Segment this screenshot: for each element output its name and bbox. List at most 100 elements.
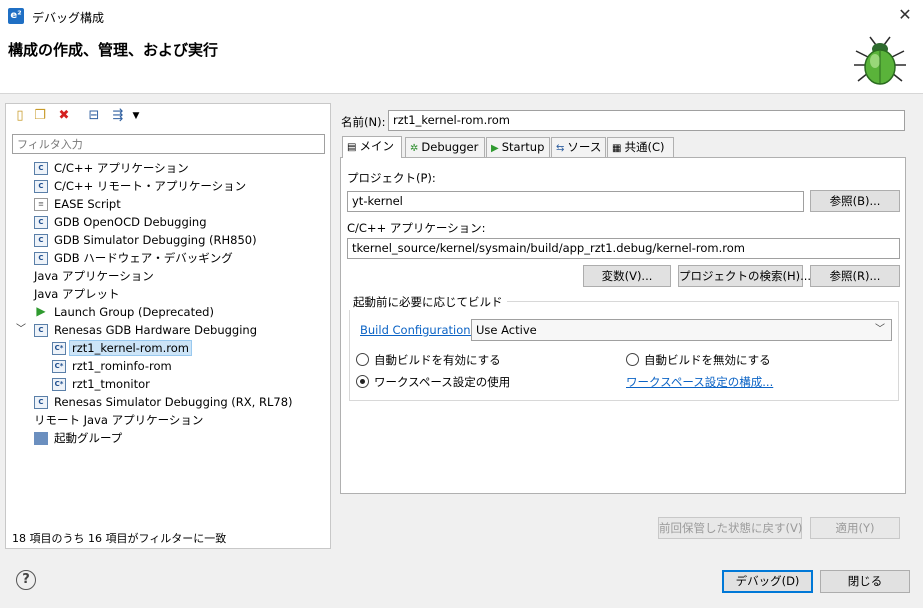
launch-group-icon: ▶	[36, 304, 46, 318]
radio-disable-autobuild[interactable]	[626, 353, 639, 366]
title-bar: e² デバッグ構成 ✕	[0, 0, 923, 31]
script-icon: ≡	[34, 198, 48, 211]
build-group-label: 起動前に必要に応じてビルド	[349, 294, 507, 310]
tree-item[interactable]: C GDB OpenOCD Debugging	[34, 213, 207, 231]
browse-app-button[interactable]: 参照(R)...	[810, 265, 900, 287]
tree-item[interactable]: C C/C++ リモート・アプリケーション	[34, 177, 246, 195]
tree-item[interactable]: 起動グループ	[34, 429, 122, 447]
startup-tab-icon: ▶	[491, 143, 499, 154]
c-config-icon: C	[34, 252, 48, 265]
c-config-icon: C*	[52, 342, 66, 355]
tree-item[interactable]: Java アプレット	[34, 285, 119, 303]
revert-button[interactable]: 前回保管した状態に戻す(V)	[658, 517, 802, 539]
delete-icon[interactable]: ✖	[56, 108, 72, 124]
tab-main[interactable]: ▤ メイン	[342, 136, 402, 158]
duplicate-icon[interactable]: ❐	[32, 108, 48, 124]
tree-item-label: GDB OpenOCD Debugging	[54, 215, 207, 229]
collapse-all-icon[interactable]: ⊟	[86, 108, 102, 124]
close-icon[interactable]: ✕	[893, 4, 917, 26]
c-config-icon: C	[34, 234, 48, 247]
filter-input[interactable]	[12, 134, 325, 154]
tree-item-label: GDB Simulator Debugging (RH850)	[54, 233, 257, 247]
tree-item-label: rzt1_rominfo-rom	[72, 359, 172, 373]
dialog-header: 構成の作成、管理、および実行	[0, 31, 923, 94]
tree-item[interactable]: C Renesas Simulator Debugging (RX, RL78)	[34, 393, 293, 411]
search-project-button[interactable]: プロジェクトの検索(H)...	[678, 265, 811, 287]
c-config-icon: C	[34, 324, 48, 337]
radio-enable-autobuild[interactable]	[356, 353, 369, 366]
close-button[interactable]: 閉じる	[820, 570, 910, 593]
debugger-tab-icon: ✲	[410, 143, 419, 154]
help-icon[interactable]: ?	[16, 570, 36, 590]
tab-label: 共通(C)	[624, 140, 665, 154]
tree-item[interactable]: C GDB Simulator Debugging (RH850)	[34, 231, 257, 249]
tree-item[interactable]: ▶ Launch Group (Deprecated)	[34, 303, 214, 321]
tree-item-label: EASE Script	[54, 197, 121, 211]
tree-item[interactable]: Java アプリケーション	[34, 267, 154, 285]
project-label: プロジェクト(P):	[347, 171, 436, 185]
tree-item[interactable]: ≡ EASE Script	[34, 195, 121, 213]
tree-item[interactable]: ﹀ C Renesas GDB Hardware Debugging	[16, 321, 257, 339]
main-tab-content: プロジェクト(P): yt-kernel 参照(B)... C/C++ アプリケ…	[340, 157, 906, 494]
tree-item[interactable]: C C/C++ アプリケーション	[34, 159, 189, 177]
tree-item-label: リモート Java アプリケーション	[34, 413, 204, 427]
tree-item-label: GDB ハードウェア・デバッギング	[54, 251, 233, 265]
tree-item-label: C/C++ アプリケーション	[54, 161, 189, 175]
build-config-select[interactable]: Use Active ﹀	[471, 319, 892, 341]
c-config-icon: C	[34, 396, 48, 409]
tree-item-label: rzt1_tmonitor	[72, 377, 150, 391]
radio-workspace-label: ワークスペース設定の使用	[374, 375, 511, 389]
window-title: デバッグ構成	[32, 11, 105, 25]
expand-chevron-icon[interactable]: ﹀	[16, 321, 26, 339]
main-tab-icon: ▤	[347, 142, 357, 153]
dropdown-icon[interactable]: ▼	[128, 108, 144, 124]
radio-disable-label: 自動ビルドを無効にする	[644, 353, 771, 367]
tree-item-label: Launch Group (Deprecated)	[54, 305, 214, 319]
tab-source[interactable]: ⇆ ソース	[551, 137, 606, 157]
build-config-value: Use Active	[476, 323, 537, 337]
config-tree-panel: ▯ ❐ ✖ ⊟ ⇶ ▼ 18 項目のうち 16 項目がフィルターに一致 C C/C…	[5, 103, 331, 549]
debug-button[interactable]: デバッグ(D)	[722, 570, 813, 593]
tree-item-label: Renesas GDB Hardware Debugging	[54, 323, 257, 337]
tab-label: Startup	[501, 140, 545, 154]
tree-item-label: 起動グループ	[54, 431, 123, 445]
tree-item[interactable]: リモート Java アプリケーション	[34, 411, 203, 429]
bug-logo-icon	[854, 36, 906, 85]
c-config-icon: C	[34, 162, 48, 175]
filter-icon[interactable]: ⇶	[110, 108, 126, 124]
c-config-icon: C*	[52, 378, 66, 391]
tab-common[interactable]: ▦ 共通(C)	[607, 137, 674, 157]
tree-toolbar: ▯ ❐ ✖ ⊟ ⇶ ▼	[6, 104, 330, 128]
radio-workspace-settings[interactable]	[356, 375, 369, 388]
browse-project-button[interactable]: 参照(B)...	[810, 190, 900, 212]
variables-button[interactable]: 変数(V)...	[583, 265, 671, 287]
build-group: Build Configuration: Use Active ﹀ 自動ビルドを…	[349, 301, 899, 401]
c-config-icon: C	[34, 180, 48, 193]
build-config-link[interactable]: Build Configuration:	[360, 323, 474, 337]
app-icon: e²	[8, 8, 24, 24]
filter-status: 18 項目のうち 16 項目がフィルターに一致	[12, 532, 227, 545]
app-field[interactable]: tkernel_source/kernel/sysmain/build/app_…	[347, 238, 900, 259]
tree-item[interactable]: C GDB ハードウェア・デバッギング	[34, 249, 233, 267]
tree-item-label: rzt1_kernel-rom.rom	[69, 340, 192, 356]
chevron-down-icon: ﹀	[875, 324, 885, 335]
launch-group-icon	[34, 432, 48, 445]
tree-child-item[interactable]: C* rzt1_rominfo-rom	[52, 357, 172, 375]
tab-startup[interactable]: ▶ Startup	[486, 137, 550, 157]
name-label: 名前(N):	[341, 115, 386, 129]
workspace-settings-link[interactable]: ワークスペース設定の構成...	[626, 374, 773, 390]
tree-child-item[interactable]: C* rzt1_tmonitor	[52, 375, 150, 393]
tab-debugger[interactable]: ✲ Debugger	[405, 137, 485, 157]
project-field[interactable]: yt-kernel	[347, 191, 804, 212]
apply-button[interactable]: 適用(Y)	[810, 517, 900, 539]
radio-enable-label: 自動ビルドを有効にする	[374, 353, 501, 367]
page-title: 構成の作成、管理、および実行	[8, 41, 219, 59]
source-tab-icon: ⇆	[556, 143, 565, 154]
name-field[interactable]: rzt1_kernel-rom.rom	[388, 110, 905, 131]
tree-child-item[interactable]: C* rzt1_kernel-rom.rom	[52, 339, 192, 357]
tab-label: Debugger	[421, 140, 479, 154]
app-label: C/C++ アプリケーション:	[347, 221, 486, 235]
new-config-icon[interactable]: ▯	[12, 108, 28, 124]
c-config-icon: C*	[52, 360, 66, 373]
tree-item-label: Java アプリケーション	[34, 269, 154, 283]
